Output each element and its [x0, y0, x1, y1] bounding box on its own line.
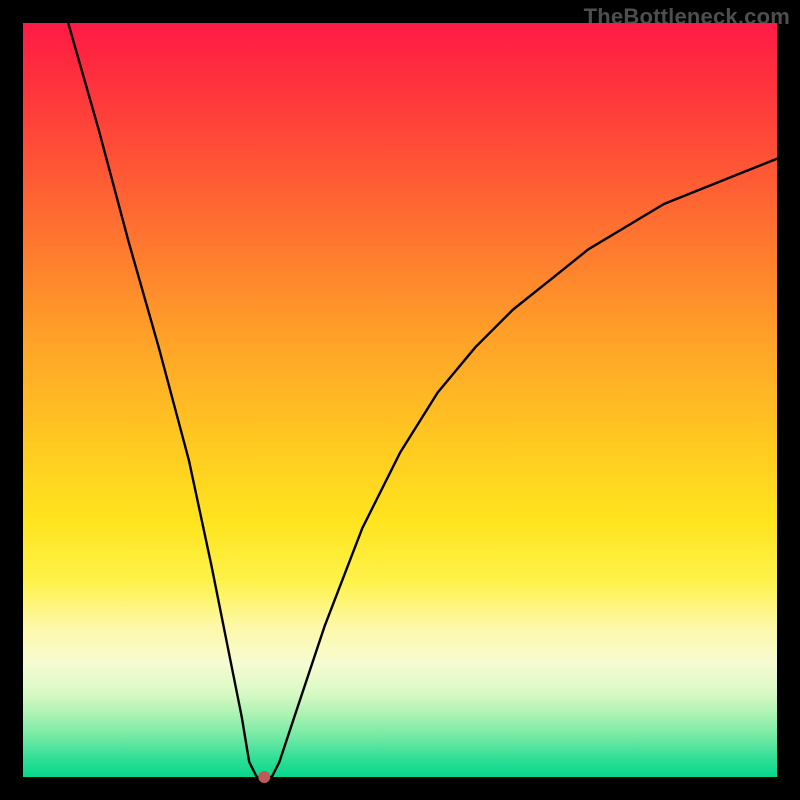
min-marker-dot: [258, 771, 270, 783]
bottleneck-curve-path: [68, 23, 777, 777]
curve-svg: [23, 23, 777, 777]
plot-area: [23, 23, 777, 777]
chart-frame: TheBottleneck.com: [0, 0, 800, 800]
